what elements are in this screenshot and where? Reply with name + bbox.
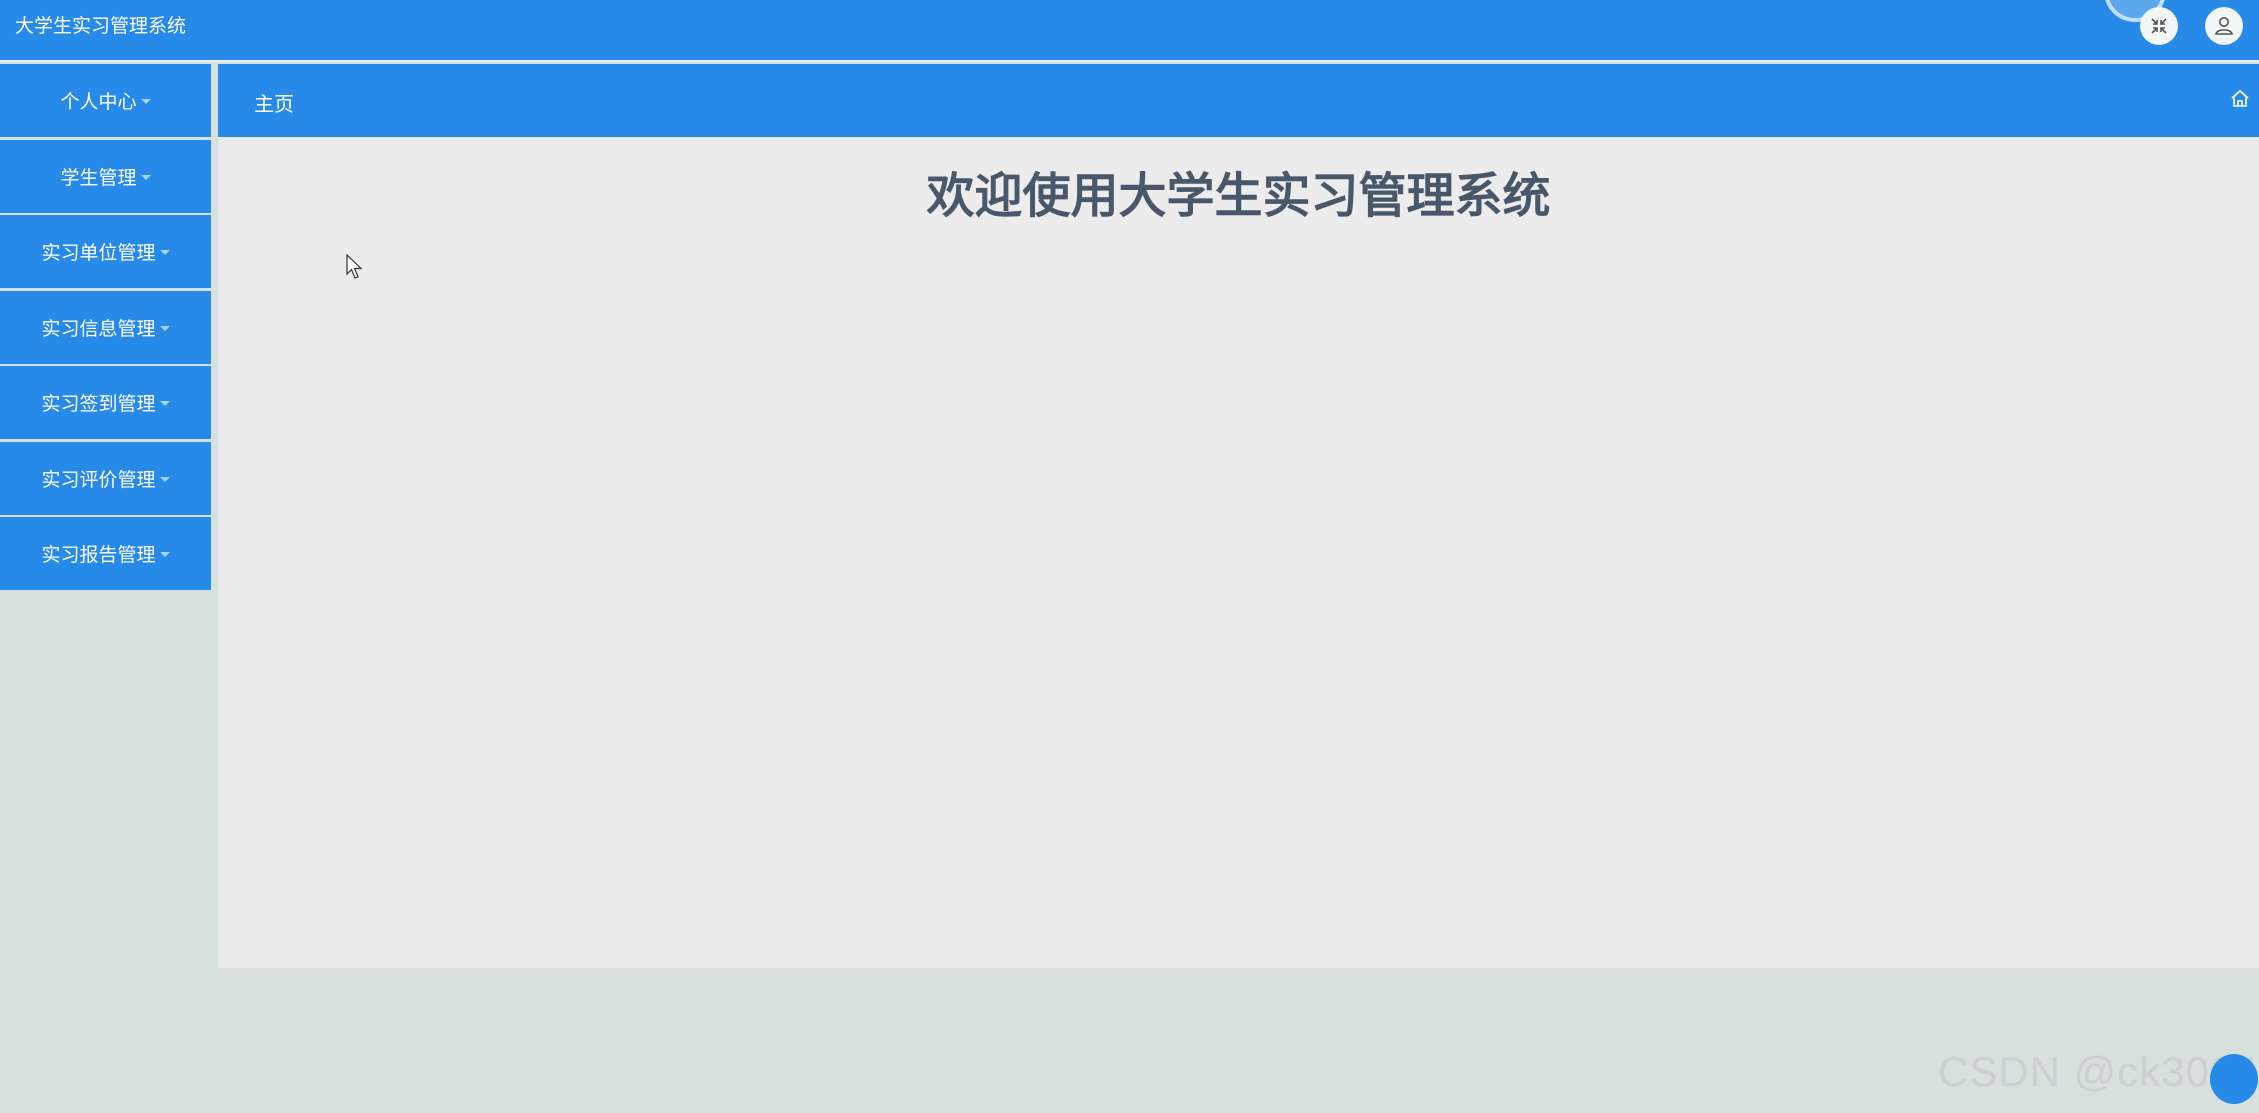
caret-down-icon <box>159 325 170 331</box>
caret-down-icon <box>140 174 151 180</box>
caret-down-icon <box>159 250 170 255</box>
breadcrumb: 主页 <box>218 64 2259 137</box>
app-title: 大学生实习管理系统 <box>15 15 187 37</box>
sidebar-item-label: 实习签到管理 <box>41 393 156 415</box>
user-icon <box>2215 17 2233 35</box>
sidebar-item-label: 个人中心 <box>60 91 137 113</box>
breadcrumb-home-link[interactable]: 主页 <box>254 88 294 117</box>
caret-down-icon <box>159 552 170 557</box>
mouse-cursor-icon <box>346 254 363 279</box>
caret-down-icon <box>159 476 170 482</box>
sidebar-item-personal-center[interactable]: 个人中心 <box>0 64 211 137</box>
sidebar-item-student-management[interactable]: 学生管理 <box>0 139 211 213</box>
sidebar-menu: 个人中心 学生管理 实习单位管理 实习信息管理 实习签到管理 实习评价管理 实习… <box>0 64 211 593</box>
fullscreen-button[interactable] <box>2140 7 2178 45</box>
caret-down-icon <box>140 99 151 104</box>
fullscreen-exit-icon <box>2151 18 2167 34</box>
sidebar-item-internship-report-management[interactable]: 实习报告管理 <box>0 517 211 590</box>
sidebar-item-internship-evaluation-management[interactable]: 实习评价管理 <box>0 441 211 515</box>
sidebar-item-internship-info-management[interactable]: 实习信息管理 <box>0 290 211 364</box>
sidebar-item-label: 实习评价管理 <box>41 468 156 491</box>
top-header: 大学生实习管理系统 <box>0 0 2259 62</box>
home-icon[interactable] <box>2229 88 2251 110</box>
floating-action-button[interactable] <box>2210 1054 2258 1104</box>
sidebar-item-label: 实习单位管理 <box>41 242 156 264</box>
sidebar-item-label: 实习信息管理 <box>41 317 156 340</box>
user-menu-button[interactable] <box>2205 7 2243 45</box>
welcome-heading: 欢迎使用大学生实习管理系统 <box>926 168 1551 224</box>
sidebar-item-label: 实习报告管理 <box>41 544 156 566</box>
sidebar-item-internship-company-management[interactable]: 实习单位管理 <box>0 215 211 288</box>
sidebar-item-internship-checkin-management[interactable]: 实习签到管理 <box>0 366 211 439</box>
main-content: 主页 欢迎使用大学生实习管理系统 <box>218 64 2259 968</box>
caret-down-icon <box>159 401 170 406</box>
sidebar-item-label: 学生管理 <box>60 166 137 189</box>
